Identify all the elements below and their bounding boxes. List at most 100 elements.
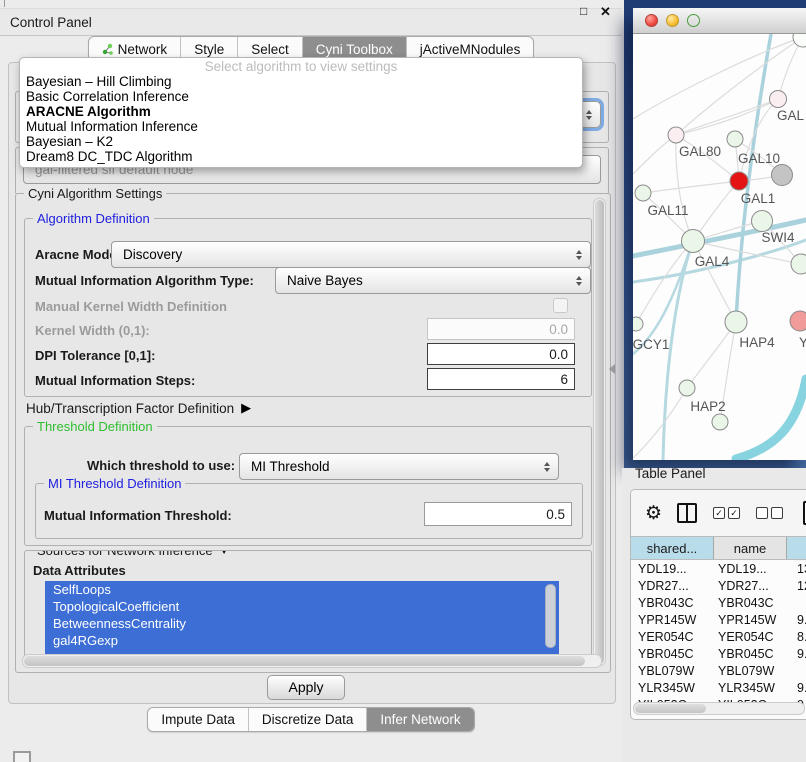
deselect-all-checkboxes-icon[interactable] <box>756 507 783 519</box>
table-cell: 12 <box>787 579 806 593</box>
manual-kernel-label: Manual Kernel Width Definition <box>35 299 227 314</box>
column-header-name[interactable]: name <box>714 537 787 559</box>
table-row[interactable]: YDL19...YDL19...13 <box>631 560 806 577</box>
float-panel-icon[interactable]: □ <box>580 4 587 18</box>
network-node[interactable] <box>752 211 773 232</box>
zoom-window-icon[interactable] <box>687 14 700 27</box>
tab-impute-data[interactable]: Impute Data <box>148 708 248 731</box>
hub-definition-expander[interactable]: Hub/Transcription Factor Definition ▶ <box>26 400 251 416</box>
which-threshold-combo[interactable]: MI Threshold <box>239 453 559 480</box>
table-horizontal-scrollbar[interactable] <box>633 702 805 715</box>
network-node[interactable] <box>790 311 806 331</box>
dpi-tolerance-label: DPI Tolerance [0,1]: <box>35 348 155 363</box>
network-node[interactable] <box>712 414 728 430</box>
network-node[interactable] <box>730 172 748 190</box>
algorithm-definition-title: Algorithm Definition <box>33 211 154 226</box>
combo-stepper-icon <box>572 250 585 260</box>
collapsed-panel-icon[interactable] <box>13 751 31 762</box>
data-attribute-item[interactable]: BetweennessCentrality <box>45 615 559 632</box>
close-window-icon[interactable] <box>645 14 658 27</box>
panel-splitter-handle[interactable] <box>609 364 615 374</box>
table-cell: YLR345W <box>631 681 714 695</box>
combo-stepper-icon <box>572 276 585 286</box>
tab-label: Infer Network <box>380 712 460 727</box>
network-edge <box>643 181 739 193</box>
network-canvas[interactable]: GALGAL80GAL10GAL1GAL11SWI4GAL4GCY1HAP4YH… <box>633 34 806 460</box>
network-node-label: GAL4 <box>695 254 730 269</box>
mi-threshold-input[interactable]: 0.5 <box>424 502 572 526</box>
network-node[interactable] <box>725 311 747 333</box>
network-window-titlebar[interactable] <box>633 8 806 34</box>
collapse-down-icon[interactable]: ▼ <box>219 550 230 557</box>
table-row[interactable]: YLR345WYLR345W9. <box>631 679 806 696</box>
table-cell: 9. <box>787 613 806 627</box>
attributes-scrollbar[interactable] <box>545 584 556 648</box>
table-cell: 8. <box>787 630 806 644</box>
data-attribute-item[interactable]: TopologicalCoefficient <box>45 598 559 615</box>
network-node[interactable] <box>635 185 651 201</box>
data-attribute-item[interactable]: gal4RGexp <box>45 632 559 649</box>
algorithm-option[interactable]: Mutual Information Inference <box>20 119 582 134</box>
close-panel-icon[interactable]: ✕ <box>600 4 611 20</box>
table-panel-title: Table Panel <box>635 466 706 481</box>
table-cell: YBR045C <box>714 647 787 661</box>
tab-infer-network[interactable]: Infer Network <box>366 708 473 731</box>
bottom-tab-group: Impute Data Discretize Data Infer Networ… <box>147 707 474 732</box>
mi-threshold-group-title: MI Threshold Definition <box>44 476 185 491</box>
settings-vertical-scrollbar[interactable] <box>593 198 606 666</box>
network-node[interactable] <box>772 165 793 186</box>
aracne-mode-combo[interactable]: Discovery <box>111 241 591 268</box>
kernel-width-label: Kernel Width (0,1): <box>35 323 150 338</box>
algorithm-definition-group: Algorithm Definition Aracne Mode: Discov… <box>24 218 592 397</box>
algorithm-option[interactable]: ARACNE Algorithm <box>20 104 582 119</box>
table-row[interactable]: YBR045CYBR045C9. <box>631 645 806 662</box>
table-row[interactable]: YER054CYER054C8. <box>631 628 806 645</box>
table-row[interactable]: YBR043CYBR043C <box>631 594 806 611</box>
columns-icon[interactable] <box>677 503 697 523</box>
data-attribute-item[interactable]: SelfLoops <box>45 581 559 598</box>
algorithm-option[interactable]: Bayesian – K2 <box>20 134 582 149</box>
mi-threshold-group: MI Threshold Definition Mutual Informati… <box>35 483 583 539</box>
column-header-clipped[interactable] <box>787 537 806 559</box>
manual-kernel-checkbox[interactable] <box>553 298 568 313</box>
cyni-bottom-tabbar: Impute Data Discretize Data Infer Networ… <box>0 707 622 732</box>
tab-discretize-data[interactable]: Discretize Data <box>248 708 367 731</box>
network-node-label: HAP4 <box>739 335 775 350</box>
minimize-window-icon[interactable] <box>666 14 679 27</box>
network-node[interactable] <box>679 380 695 396</box>
network-node[interactable] <box>668 127 684 143</box>
table-row[interactable]: YBL079WYBL079W <box>631 662 806 679</box>
mi-steps-input[interactable]: 6 <box>427 368 575 390</box>
mi-type-combo[interactable]: Naive Bayes <box>275 267 591 294</box>
column-header-shared-name[interactable]: shared... <box>631 537 714 559</box>
network-node[interactable] <box>793 34 806 47</box>
tab-label: Style <box>194 42 224 57</box>
hub-definition-label: Hub/Transcription Factor Definition <box>26 401 234 416</box>
network-node[interactable] <box>727 131 743 147</box>
select-all-checkboxes-icon[interactable]: ✓ ✓ <box>713 507 740 519</box>
algorithm-option[interactable]: Dream8 DC_TDC Algorithm <box>20 149 582 164</box>
gear-icon[interactable]: ⚙ <box>645 504 662 523</box>
dpi-tolerance-input[interactable]: 0.0 <box>427 343 575 365</box>
combo-stepper-icon <box>582 110 595 120</box>
algorithm-option[interactable]: Basic Correlation Inference <box>20 89 582 104</box>
network-node[interactable] <box>791 254 806 274</box>
network-node[interactable] <box>770 91 787 108</box>
settings-horizontal-scrollbar[interactable] <box>22 654 602 668</box>
algorithm-placeholder: Select algorithm to view settings <box>20 59 582 74</box>
network-node[interactable] <box>633 317 643 331</box>
aracne-mode-value: Discovery <box>112 247 572 262</box>
which-threshold-value: MI Threshold <box>240 459 540 474</box>
network-icon <box>102 43 113 56</box>
apply-button[interactable]: Apply <box>267 675 345 700</box>
table-cell: YDR27... <box>631 579 714 593</box>
tab-label: Network <box>118 42 168 57</box>
table-cell: YBR045C <box>631 647 714 661</box>
network-view-window: GALGAL80GAL10GAL1GAL11SWI4GAL4GCY1HAP4YH… <box>633 8 806 460</box>
algorithm-option[interactable]: Bayesian – Hill Climbing <box>20 74 582 89</box>
threshold-definition-title: Threshold Definition <box>33 419 157 434</box>
table-row[interactable]: YPR145WYPR145W9. <box>631 611 806 628</box>
network-node[interactable] <box>682 230 705 253</box>
network-node-label: HAP2 <box>690 399 725 414</box>
table-row[interactable]: YDR27...YDR27...12 <box>631 577 806 594</box>
